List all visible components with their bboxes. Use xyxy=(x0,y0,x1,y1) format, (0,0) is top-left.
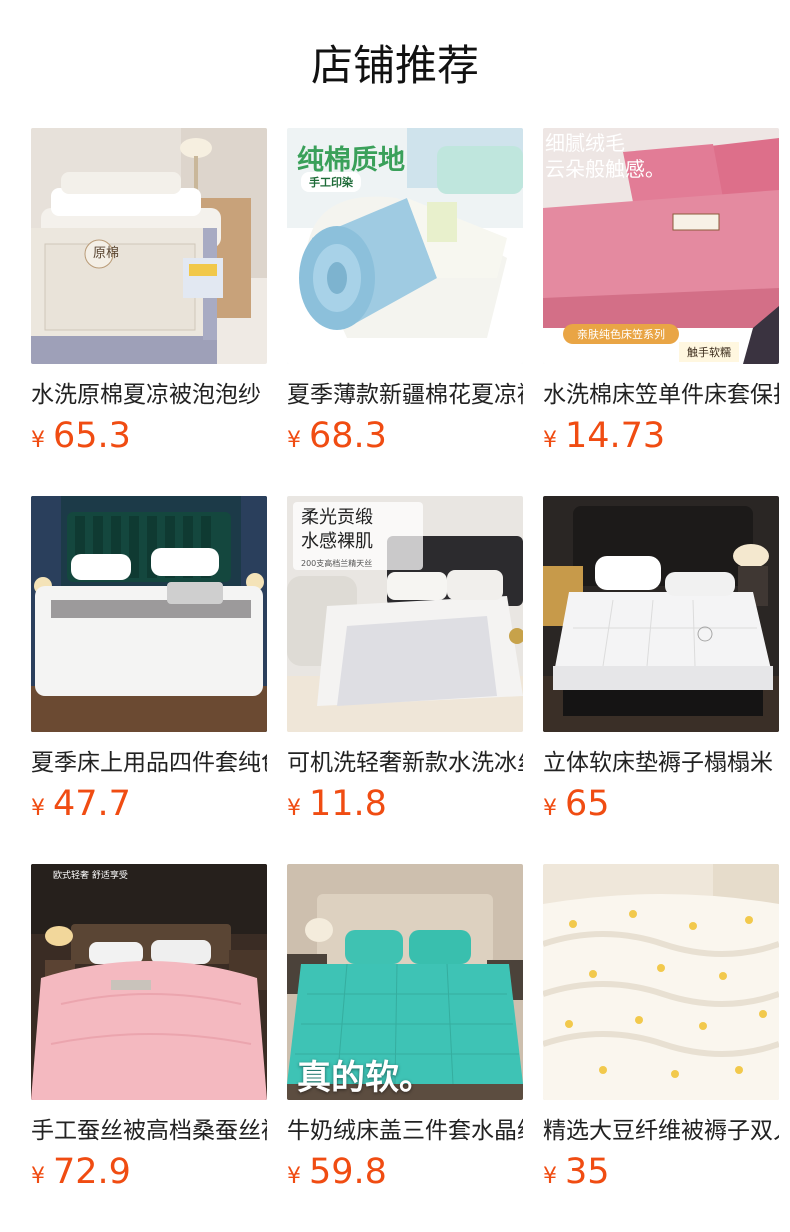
product-image[interactable]: 欧式轻奢 舒适享受 xyxy=(31,864,267,1100)
currency-symbol: ¥ xyxy=(287,428,301,453)
product-price: ¥47.7 xyxy=(31,784,267,830)
page-title: 店铺推荐 xyxy=(310,41,479,90)
product-image[interactable]: 原棉 xyxy=(31,128,267,364)
product-price: ¥59.8 xyxy=(287,1152,523,1198)
currency-symbol: ¥ xyxy=(543,428,557,453)
image-overlay-sub: 200支高档兰精天丝 xyxy=(301,559,373,568)
product-card[interactable]: 精选大豆纤维被褥子双人 ¥35 xyxy=(543,864,779,1198)
product-card[interactable]: 夏季床上用品四件套纯色 ¥47.7 xyxy=(31,496,267,830)
product-price: ¥11.8 xyxy=(287,784,523,830)
product-title[interactable]: 水洗原棉夏凉被泡泡纱 xyxy=(31,380,267,410)
image-overlay-text: 真的软。 xyxy=(297,1058,433,1098)
product-price: ¥65.3 xyxy=(31,416,267,462)
product-title[interactable]: 立体软床垫褥子榻榻米 xyxy=(543,748,779,778)
product-image[interactable]: 细腻绒毛 云朵般触感。 亲肤纯色床笠系列 触手软糯 xyxy=(543,128,779,364)
product-title[interactable]: 夏季床上用品四件套纯色 xyxy=(31,748,267,778)
product-card[interactable]: 细腻绒毛 云朵般触感。 亲肤纯色床笠系列 触手软糯 水洗棉床笠单件床套保护罩 ¥… xyxy=(543,128,779,462)
product-image[interactable] xyxy=(543,496,779,732)
image-overlay-text: 云朵般触感。 xyxy=(545,157,665,181)
currency-symbol: ¥ xyxy=(287,796,301,821)
product-card[interactable]: 欧式轻奢 舒适享受 手工蚕丝被高档桑蚕丝被 ¥72.9 xyxy=(31,864,267,1198)
product-title[interactable]: 夏季薄款新疆棉花夏凉被 xyxy=(287,380,523,410)
product-card[interactable]: 真的软。 牛奶绒床盖三件套水晶绒 ¥59.8 xyxy=(287,864,523,1198)
image-overlay-badge: 手工印染 xyxy=(301,172,361,192)
product-image[interactable] xyxy=(543,864,779,1100)
product-card[interactable]: 柔光贡缎 水感裸肌 200支高档兰精天丝 可机洗轻奢新款水洗冰丝 ¥11.8 xyxy=(287,496,523,830)
image-overlay-text: 欧式轻奢 舒适享受 xyxy=(53,871,128,881)
price-value: 59.8 xyxy=(309,1152,387,1192)
product-image[interactable]: 真的软。 xyxy=(287,864,523,1100)
currency-symbol: ¥ xyxy=(31,428,45,453)
product-image[interactable] xyxy=(31,496,267,732)
currency-symbol: ¥ xyxy=(543,796,557,821)
product-card[interactable]: 立体软床垫褥子榻榻米 ¥65 xyxy=(543,496,779,830)
product-price: ¥14.73 xyxy=(543,416,779,462)
currency-symbol: ¥ xyxy=(31,796,45,821)
price-value: 14.73 xyxy=(565,416,666,456)
image-overlay-text: 细腻绒毛 xyxy=(545,131,625,155)
currency-symbol: ¥ xyxy=(543,1164,557,1189)
product-card[interactable]: 原棉 水洗原棉夏凉被泡泡纱 ¥65.3 xyxy=(31,128,267,462)
product-card[interactable]: 纯棉质地 手工印染 夏季薄款新疆棉花夏凉被 ¥68.3 xyxy=(287,128,523,462)
price-value: 65.3 xyxy=(53,416,131,456)
product-price: ¥65 xyxy=(543,784,779,830)
price-value: 72.9 xyxy=(53,1152,131,1192)
product-price: ¥35 xyxy=(543,1152,779,1198)
price-value: 68.3 xyxy=(309,416,387,456)
currency-symbol: ¥ xyxy=(287,1164,301,1189)
price-value: 11.8 xyxy=(309,784,387,824)
product-price: ¥72.9 xyxy=(31,1152,267,1198)
product-title[interactable]: 牛奶绒床盖三件套水晶绒 xyxy=(287,1116,523,1146)
currency-symbol: ¥ xyxy=(31,1164,45,1189)
product-image[interactable]: 柔光贡缎 水感裸肌 200支高档兰精天丝 xyxy=(287,496,523,732)
price-value: 35 xyxy=(565,1152,610,1192)
product-title[interactable]: 手工蚕丝被高档桑蚕丝被 xyxy=(31,1116,267,1146)
product-image[interactable]: 纯棉质地 手工印染 xyxy=(287,128,523,364)
image-overlay-badge: 亲肤纯色床笠系列 xyxy=(563,324,679,344)
product-title[interactable]: 可机洗轻奢新款水洗冰丝 xyxy=(287,748,523,778)
image-overlay-text: 原棉 xyxy=(93,246,120,261)
price-value: 65 xyxy=(565,784,610,824)
image-overlay-text: 柔光贡缎 xyxy=(301,507,373,528)
image-overlay-tag: 触手软糯 xyxy=(679,342,739,362)
image-overlay-text: 水感裸肌 xyxy=(301,531,373,552)
product-title[interactable]: 精选大豆纤维被褥子双人 xyxy=(543,1116,779,1146)
product-title[interactable]: 水洗棉床笠单件床套保护罩 xyxy=(543,380,779,410)
price-value: 47.7 xyxy=(53,784,131,824)
product-price: ¥68.3 xyxy=(287,416,523,462)
